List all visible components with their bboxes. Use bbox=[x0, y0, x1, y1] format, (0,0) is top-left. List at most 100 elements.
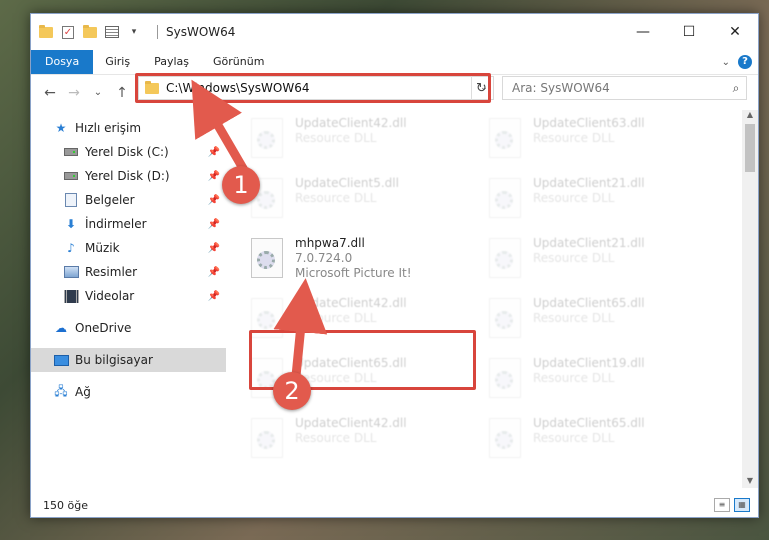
pictures-icon bbox=[63, 264, 79, 280]
file-item[interactable]: UpdateClient21.dll Resource DLL bbox=[489, 176, 719, 230]
navigation-pane: ★ Hızlı erişim Yerel Disk (C:) 📌 Yerel D… bbox=[31, 110, 226, 488]
sidebar-item-music[interactable]: ♪ Müzik 📌 bbox=[31, 236, 226, 260]
ribbon-tabs: Dosya Giriş Paylaş Görünüm ⌄ ? bbox=[31, 50, 758, 74]
pin-icon[interactable]: 📌 bbox=[208, 195, 220, 206]
sidebar-item-label: Belgeler bbox=[85, 193, 135, 207]
address-bar[interactable]: C:\Windows\SysWOW64 ⌄ bbox=[138, 76, 494, 100]
minimize-button[interactable]: — bbox=[620, 14, 666, 50]
scroll-up-icon[interactable]: ▲ bbox=[742, 110, 758, 122]
drive-icon bbox=[63, 144, 79, 160]
file-item[interactable]: UpdateClient63.dll Resource DLL bbox=[489, 116, 719, 170]
file-description: Resource DLL bbox=[295, 371, 377, 385]
file-name: UpdateClient21.dll bbox=[533, 236, 645, 250]
pin-icon[interactable]: 📌 bbox=[208, 219, 220, 230]
scrollbar-thumb[interactable] bbox=[745, 124, 755, 172]
sidebar-item-label: Bu bilgisayar bbox=[75, 353, 153, 367]
file-item[interactable]: UpdateClient42.dll Resource DLL bbox=[251, 116, 481, 170]
file-description: Resource DLL bbox=[533, 191, 615, 205]
dll-file-icon bbox=[251, 418, 283, 458]
details-view-icon[interactable]: ≡ bbox=[714, 498, 730, 512]
file-description: Resource DLL bbox=[533, 371, 615, 385]
properties-check-icon[interactable]: ✓ bbox=[61, 25, 75, 39]
file-description: Resource DLL bbox=[295, 131, 377, 145]
sidebar-item-label: Yerel Disk (C:) bbox=[85, 145, 169, 159]
tab-view[interactable]: Görünüm bbox=[201, 50, 276, 74]
close-button[interactable]: ✕ bbox=[712, 14, 758, 50]
sidebar-item-label: Resimler bbox=[85, 265, 138, 279]
help-icon[interactable]: ? bbox=[738, 55, 752, 69]
file-description: Microsoft Picture It! bbox=[295, 266, 412, 280]
recent-locations-button[interactable]: ⌄ bbox=[87, 82, 109, 104]
sidebar-item-pictures[interactable]: Resimler 📌 bbox=[31, 260, 226, 284]
sidebar-item-label: İndirmeler bbox=[85, 217, 147, 231]
file-description: Resource DLL bbox=[533, 311, 615, 325]
maximize-button[interactable]: ☐ bbox=[666, 14, 712, 50]
file-description: Resource DLL bbox=[533, 431, 615, 445]
tab-file[interactable]: Dosya bbox=[31, 50, 94, 74]
file-name: UpdateClient42.dll bbox=[295, 116, 407, 130]
file-item[interactable]: UpdateClient42.dll Resource DLL bbox=[251, 416, 481, 470]
file-item[interactable]: UpdateClient21.dll Resource DLL bbox=[489, 236, 719, 290]
pin-icon[interactable]: 📌 bbox=[208, 147, 220, 158]
sidebar-item-local-disk-c[interactable]: Yerel Disk (C:) 📌 bbox=[31, 140, 226, 164]
dll-file-icon bbox=[251, 118, 283, 158]
dll-file-icon bbox=[251, 238, 283, 278]
tab-share[interactable]: Paylaş bbox=[142, 50, 201, 74]
sidebar-item-videos[interactable]: Videolar 📌 bbox=[31, 284, 226, 308]
scroll-down-icon[interactable]: ▼ bbox=[742, 476, 758, 488]
sidebar-item-documents[interactable]: Belgeler 📌 bbox=[31, 188, 226, 212]
dll-file-icon bbox=[489, 118, 521, 158]
cloud-icon: ☁ bbox=[55, 321, 67, 335]
file-item[interactable]: UpdateClient65.dll Resource DLL bbox=[489, 296, 719, 350]
item-count: 150 öğe bbox=[43, 498, 88, 512]
title-separator bbox=[157, 25, 158, 39]
dll-file-icon bbox=[489, 418, 521, 458]
forward-button[interactable]: → bbox=[63, 82, 85, 104]
file-name: UpdateClient21.dll bbox=[533, 176, 645, 190]
sidebar-item-onedrive[interactable]: ☁ OneDrive bbox=[31, 316, 226, 340]
search-input[interactable]: Ara: SysWOW64 bbox=[512, 81, 726, 95]
up-button[interactable]: ↑ bbox=[111, 82, 133, 104]
file-name: UpdateClient63.dll bbox=[533, 116, 645, 130]
file-item[interactable]: UpdateClient42.dll Resource DLL bbox=[251, 296, 481, 350]
quick-access-dropdown-icon[interactable]: ▾ bbox=[127, 25, 141, 39]
expand-ribbon-icon[interactable]: ⌄ bbox=[722, 57, 730, 68]
pin-icon[interactable]: 📌 bbox=[208, 291, 220, 302]
title-bar: ✓ ▾ SysWOW64 — ☐ ✕ bbox=[31, 14, 758, 50]
file-name: UpdateClient65.dll bbox=[295, 356, 407, 370]
file-item-mhpwa7[interactable]: mhpwa7.dll 7.0.724.0 Microsoft Picture I… bbox=[251, 236, 481, 290]
file-item[interactable]: UpdateClient5.dll Resource DLL bbox=[251, 176, 481, 230]
star-icon: ★ bbox=[55, 121, 67, 135]
document-icon bbox=[63, 192, 79, 208]
file-item[interactable]: UpdateClient19.dll Resource DLL bbox=[489, 356, 719, 410]
sidebar-item-downloads[interactable]: ⬇ İndirmeler 📌 bbox=[31, 212, 226, 236]
download-icon: ⬇ bbox=[65, 217, 77, 231]
pin-icon[interactable]: 📌 bbox=[208, 243, 220, 254]
body-area: ★ Hızlı erişim Yerel Disk (C:) 📌 Yerel D… bbox=[31, 110, 758, 488]
new-folder-icon[interactable] bbox=[83, 24, 97, 39]
video-icon bbox=[63, 288, 79, 304]
pin-icon[interactable]: 📌 bbox=[208, 267, 220, 278]
file-item[interactable]: UpdateClient65.dll Resource DLL bbox=[489, 416, 719, 470]
tiles-view-icon[interactable]: ▦ bbox=[734, 498, 750, 512]
refresh-button[interactable]: ↻ bbox=[471, 76, 491, 100]
vertical-scrollbar[interactable]: ▲ ▼ bbox=[742, 110, 758, 488]
customize-toolbar-icon[interactable] bbox=[105, 25, 119, 39]
address-text[interactable]: C:\Windows\SysWOW64 bbox=[166, 81, 475, 95]
tab-home[interactable]: Giriş bbox=[93, 50, 142, 74]
sidebar-item-this-pc[interactable]: Bu bilgisayar bbox=[31, 348, 226, 372]
step-callout-1: 1 bbox=[222, 166, 260, 204]
sidebar-item-label: Yerel Disk (D:) bbox=[85, 169, 170, 183]
pin-icon[interactable]: 📌 bbox=[208, 171, 220, 182]
search-icon[interactable]: ⌕ bbox=[726, 81, 746, 96]
file-name: UpdateClient65.dll bbox=[533, 296, 645, 310]
sidebar-item-local-disk-d[interactable]: Yerel Disk (D:) 📌 bbox=[31, 164, 226, 188]
sidebar-item-quick-access[interactable]: ★ Hızlı erişim bbox=[31, 116, 226, 140]
back-button[interactable]: ← bbox=[39, 82, 61, 104]
sidebar-item-network[interactable]: 🖧 Ağ bbox=[31, 380, 226, 404]
file-list: UpdateClient42.dll Resource DLL UpdateCli… bbox=[227, 110, 742, 488]
folder-icon bbox=[39, 24, 53, 39]
file-name: mhpwa7.dll bbox=[295, 236, 365, 250]
dll-file-icon bbox=[251, 298, 283, 338]
search-box[interactable]: Ara: SysWOW64 ⌕ bbox=[502, 76, 747, 100]
